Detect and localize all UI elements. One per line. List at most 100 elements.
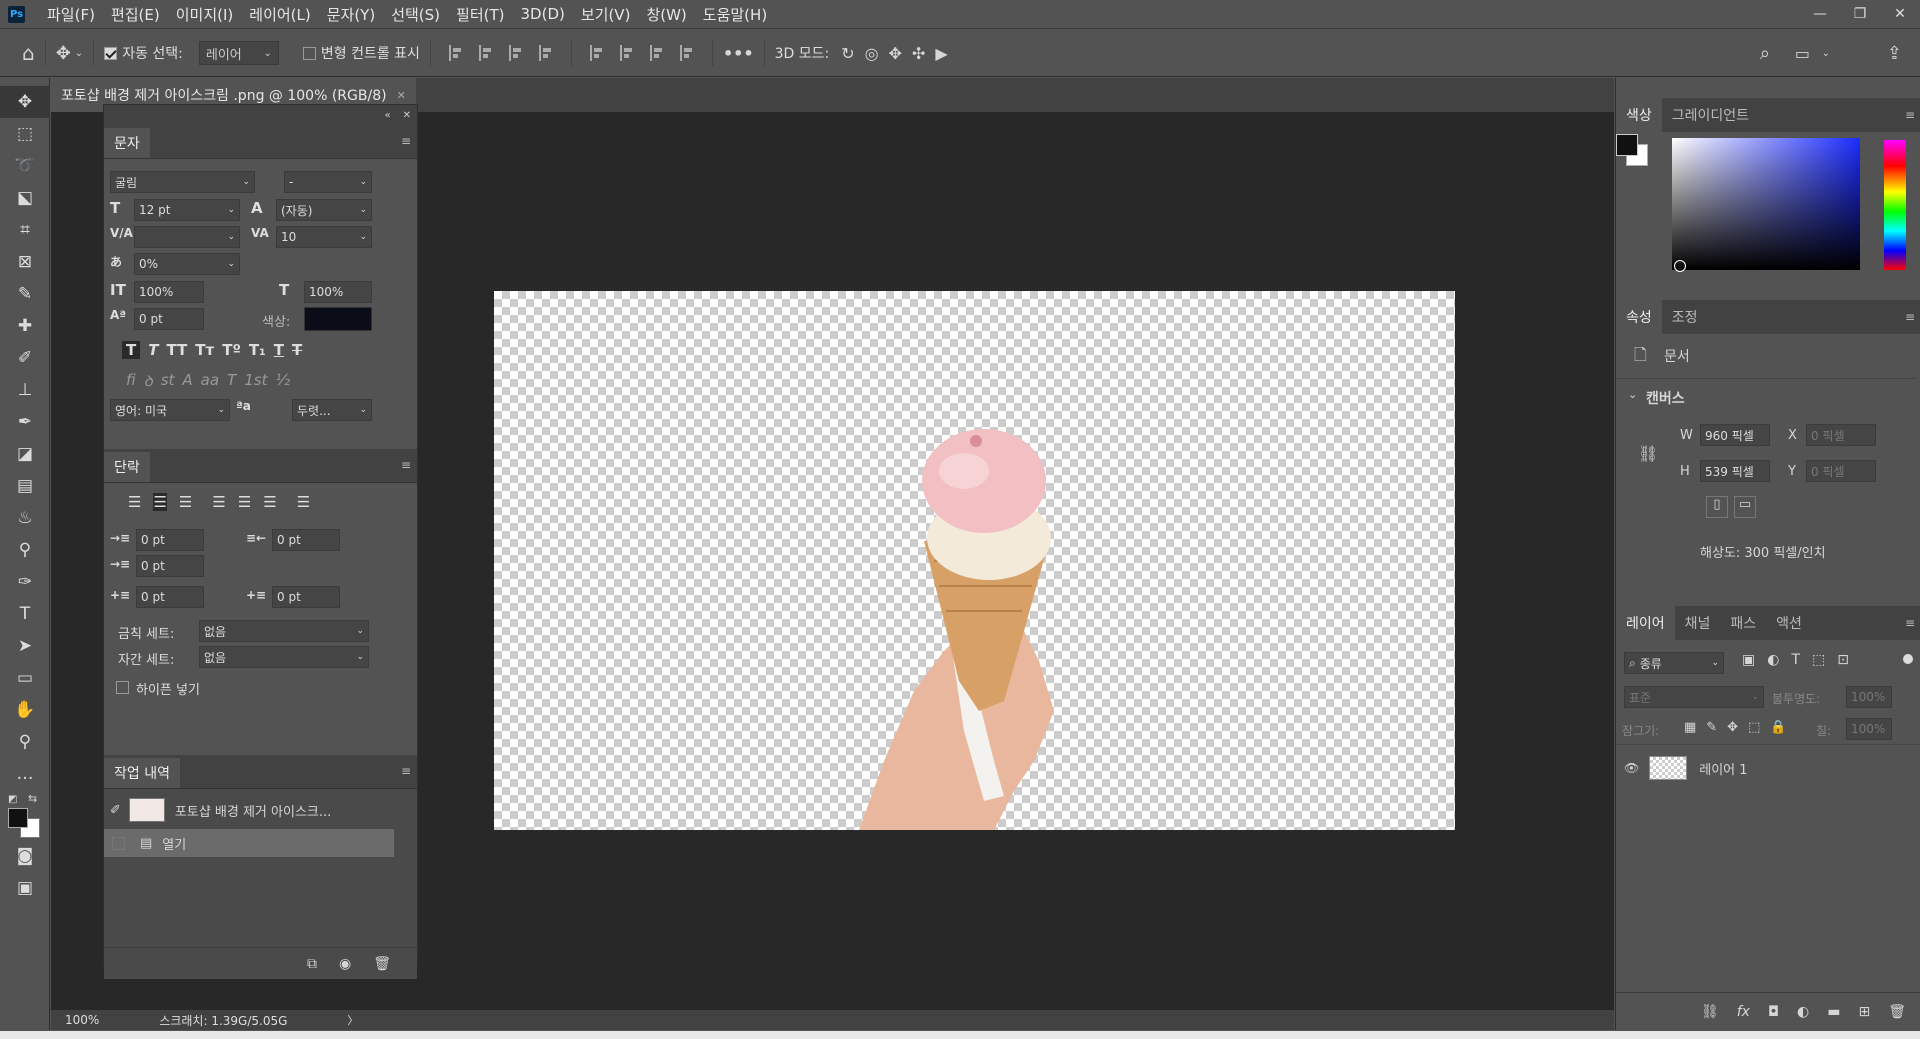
filter-toggle-icon[interactable]	[1903, 654, 1913, 664]
mojikumi-select[interactable]: 없음 ⌄	[199, 646, 369, 668]
move-tool-icon[interactable]: ✥	[0, 86, 50, 118]
font-family-select[interactable]: 굴림 ⌄	[110, 171, 255, 193]
color-picker-handle[interactable]	[1674, 260, 1686, 272]
strikethrough-icon[interactable]: T	[292, 341, 302, 359]
object-select-tool-icon[interactable]: ⬕	[0, 182, 50, 214]
fractions-icon[interactable]: ½	[275, 371, 290, 391]
share-icon[interactable]: ⇪	[1887, 43, 1902, 64]
justify-all-icon[interactable]: ☰	[297, 493, 310, 511]
healing-tool-icon[interactable]: ✚	[0, 310, 50, 342]
trash-icon[interactable]: 🗑	[373, 956, 391, 972]
menu-help[interactable]: 도움말(H)	[695, 4, 775, 25]
color-foreground-swatch[interactable]	[1616, 134, 1638, 156]
space-before-field[interactable]: 0 pt	[136, 586, 204, 608]
menu-select[interactable]: 선택(S)	[383, 4, 448, 25]
distribute-icon[interactable]	[538, 45, 553, 61]
dodge-tool-icon[interactable]: ⚲	[0, 534, 50, 566]
screen-mode-icon[interactable]: ▣	[0, 872, 50, 904]
indent-left-field[interactable]: 0 pt	[136, 529, 204, 551]
discretionary-ligatures-icon[interactable]: st	[161, 371, 175, 391]
align-left-text-icon[interactable]: ☰	[128, 493, 141, 511]
lasso-tool-icon[interactable]: ➰	[0, 150, 50, 182]
tracking-field[interactable]: 10 ⌄	[276, 226, 372, 248]
chevron-right-icon[interactable]: 〉	[347, 1012, 358, 1028]
tab-character[interactable]: 문자	[104, 128, 150, 158]
blend-mode-select[interactable]: 표준 ⌄	[1624, 686, 1764, 708]
document-canvas[interactable]	[494, 291, 1455, 830]
all-caps-icon[interactable]: TT	[166, 341, 187, 359]
align-top-icon[interactable]	[589, 45, 604, 61]
align-right-icon[interactable]	[508, 45, 523, 61]
history-state[interactable]: ▤ 열기	[104, 829, 394, 857]
kinsoku-select[interactable]: 없음 ⌄	[199, 620, 369, 642]
superscript-icon[interactable]: Tº	[222, 341, 241, 359]
tab-color[interactable]: 색상	[1616, 98, 1662, 132]
eraser-tool-icon[interactable]: ◪	[0, 438, 50, 470]
layer-row[interactable]: 👁 레이어 1	[1616, 750, 1920, 786]
antialias-select[interactable]: 두렷... ⌄	[292, 399, 372, 421]
auto-select-checkbox[interactable]	[104, 46, 118, 60]
more-tools-icon[interactable]: …	[0, 758, 50, 790]
faux-italic-icon[interactable]: T	[148, 341, 158, 359]
indent-right-field[interactable]: 0 pt	[272, 529, 340, 551]
workspace-icon[interactable]: ▭	[1795, 44, 1810, 63]
panel-menu-icon[interactable]: ≡	[1905, 616, 1915, 630]
collapse-icon[interactable]: «	[384, 110, 390, 121]
eye-icon[interactable]: 👁	[1624, 761, 1639, 775]
pen-tool-icon[interactable]: ✑	[0, 566, 50, 598]
zoom-tool-icon[interactable]: ⚲	[0, 726, 50, 758]
gradient-tool-icon[interactable]: ▤	[0, 470, 50, 502]
faux-bold-icon[interactable]: T	[122, 341, 141, 359]
distribute-vertical-icon[interactable]	[679, 45, 694, 61]
menu-edit[interactable]: 편집(E)	[103, 4, 168, 25]
menu-type[interactable]: 문자(Y)	[319, 4, 383, 25]
history-brush-source-icon[interactable]: ✐	[110, 803, 121, 818]
menu-3d[interactable]: 3D(D)	[513, 5, 573, 23]
history-brush-source-checkbox[interactable]	[112, 836, 125, 850]
menu-window[interactable]: 창(W)	[638, 4, 694, 25]
swap-colors-icon[interactable]: ⇆	[28, 792, 37, 805]
crop-tool-icon[interactable]: ⌗	[0, 214, 50, 246]
layer-filter-icons[interactable]: ▣◐T⬚⊡	[1742, 652, 1861, 668]
home-icon[interactable]: ⌂	[22, 41, 35, 65]
panel-menu-icon[interactable]: ≡	[401, 134, 411, 148]
rectangle-tool-icon[interactable]: ▭	[0, 662, 50, 694]
layer-filter-select[interactable]: ⌕ 종류 ⌄	[1624, 652, 1724, 674]
foreground-color-swatch[interactable]	[8, 808, 28, 828]
font-size-field[interactable]: 12 pt ⌄	[134, 199, 240, 221]
panel-menu-icon[interactable]: ≡	[1905, 108, 1915, 122]
zoom-level[interactable]: 100%	[65, 1013, 99, 1027]
quick-mask-icon[interactable]: ◙	[0, 840, 50, 872]
ligatures-icon[interactable]: fi	[126, 371, 136, 391]
close-icon[interactable]: ✕	[397, 89, 406, 102]
auto-select-dropdown[interactable]: 레이어 ⌄	[198, 41, 279, 65]
portrait-icon[interactable]: ▯	[1706, 496, 1728, 518]
tab-paths[interactable]: 패스	[1720, 606, 1766, 640]
indent-first-field[interactable]: 0 pt	[136, 555, 204, 577]
chevron-down-icon[interactable]: ⌄	[1628, 388, 1637, 401]
type-tool-icon[interactable]: T	[0, 598, 50, 630]
tab-history[interactable]: 작업 내역	[104, 758, 180, 788]
link-icon[interactable]: ⛓	[1638, 444, 1658, 463]
panel-menu-icon[interactable]: ≡	[401, 458, 411, 472]
hue-slider[interactable]	[1884, 140, 1906, 270]
space-after-field[interactable]: 0 pt	[272, 586, 340, 608]
landscape-icon[interactable]: ▭	[1734, 496, 1756, 518]
menu-view[interactable]: 보기(V)	[573, 4, 639, 25]
text-color-swatch[interactable]	[304, 307, 372, 331]
swash-icon[interactable]: A	[182, 371, 192, 391]
canvas-height-field[interactable]: 539 픽셀	[1700, 460, 1770, 482]
color-field[interactable]	[1672, 138, 1860, 272]
folder-icon[interactable]: ▬	[1827, 1004, 1840, 1020]
stamp-tool-icon[interactable]: ⊥	[0, 374, 50, 406]
tab-actions[interactable]: 액션	[1766, 606, 1812, 640]
search-icon[interactable]: ⌕	[1760, 43, 1770, 64]
canvas-width-field[interactable]: 960 픽셀	[1700, 424, 1770, 446]
titling-icon[interactable]: aa	[201, 371, 219, 391]
menu-image[interactable]: 이미지(I)	[168, 4, 242, 25]
tab-properties[interactable]: 속성	[1616, 300, 1662, 334]
menu-filter[interactable]: 필터(T)	[448, 4, 512, 25]
new-document-from-state-icon[interactable]: ⧉	[307, 956, 317, 972]
menu-layer[interactable]: 레이어(L)	[241, 4, 318, 25]
panel-menu-icon[interactable]: ≡	[1905, 310, 1915, 324]
